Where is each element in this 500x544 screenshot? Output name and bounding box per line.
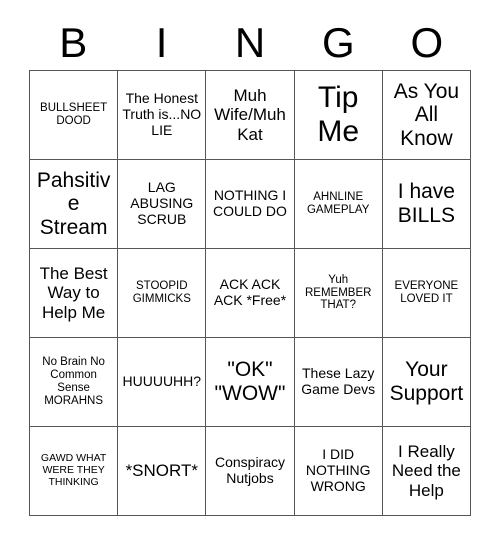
- bingo-cell-label: The Best Way to Help Me: [39, 264, 108, 322]
- bingo-cell-label: I DID NOTHING WRONG: [305, 446, 371, 494]
- bingo-cell-label: "OK" "WOW": [214, 358, 286, 405]
- bingo-cell-label: EVERYONE LOVED IT: [394, 280, 459, 305]
- bingo-cell-label: As You All Know: [393, 79, 460, 150]
- bingo-cell-label: No Brain No Common Sense MORAHNS: [42, 356, 105, 407]
- bingo-cell[interactable]: Muh Wife/Muh Kat: [206, 71, 295, 160]
- bingo-cell[interactable]: Tip Me: [294, 71, 383, 160]
- bingo-cell[interactable]: The Honest Truth is...NO LIE: [118, 71, 207, 160]
- bingo-cell-label: HUUUUHH?: [122, 373, 202, 390]
- bingo-cell[interactable]: Conspiracy Nutjobs: [206, 427, 295, 516]
- bingo-cell[interactable]: AHNLINE GAMEPLAY: [294, 160, 383, 249]
- bingo-grid: BULLSHEET DOOD The Honest Truth is...NO …: [29, 70, 471, 516]
- bingo-card: B I N G O BULLSHEET DOOD The Honest Trut…: [29, 15, 471, 516]
- bingo-cell-label: GAWD WHAT WERE THEY THINKING: [40, 452, 107, 488]
- header-letter-o: O: [410, 18, 444, 66]
- bingo-cell-label: Muh Wife/Muh Kat: [214, 86, 286, 144]
- bingo-cell-label: The Honest Truth is...NO LIE: [122, 90, 202, 138]
- bingo-cell-label: BULLSHEET DOOD: [40, 102, 108, 127]
- bingo-cell-label: AHNLINE GAMEPLAY: [306, 191, 370, 216]
- bingo-cell[interactable]: I Really Need the Help: [382, 427, 471, 516]
- bingo-cell-label: Pahsitive Stream: [36, 168, 111, 239]
- bingo-cell[interactable]: HUUUUHH?: [118, 338, 207, 427]
- bingo-cell[interactable]: Yuh REMEMBER THAT?: [294, 249, 383, 338]
- header-letter-i: I: [155, 18, 168, 66]
- bingo-cell-label: Tip Me: [317, 81, 360, 148]
- bingo-cell[interactable]: "OK" "WOW": [206, 338, 295, 427]
- bingo-cell[interactable]: GAWD WHAT WERE THEY THINKING: [30, 427, 119, 516]
- bingo-cell[interactable]: No Brain No Common Sense MORAHNS: [30, 338, 119, 427]
- bingo-cell-free[interactable]: ACK ACK ACK *Free*: [206, 249, 295, 338]
- bingo-cell[interactable]: Your Support: [382, 338, 471, 427]
- bingo-cell[interactable]: *SNORT*: [118, 427, 207, 516]
- bingo-cell-label: These Lazy Game Devs: [301, 365, 376, 397]
- bingo-cell-label: ACK ACK ACK *Free*: [213, 276, 287, 308]
- bingo-cell[interactable]: EVERYONE LOVED IT: [382, 249, 471, 338]
- bingo-cell[interactable]: The Best Way to Help Me: [30, 249, 119, 338]
- bingo-cell[interactable]: BULLSHEET DOOD: [30, 71, 119, 160]
- bingo-cell-label: Your Support: [389, 358, 464, 405]
- bingo-cell-label: LAG ABUSING SCRUB: [130, 179, 194, 227]
- bingo-cell[interactable]: Pahsitive Stream: [30, 160, 119, 249]
- header-letter-b: B: [59, 18, 88, 66]
- bingo-cell-label: *SNORT*: [125, 461, 198, 481]
- bingo-cell[interactable]: These Lazy Game Devs: [294, 338, 383, 427]
- bingo-cell[interactable]: STOOPID GIMMICKS: [118, 249, 207, 338]
- bingo-cell-label: I Really Need the Help: [391, 442, 461, 500]
- bingo-cell-label: STOOPID GIMMICKS: [132, 280, 191, 305]
- header-letter-n: N: [234, 18, 266, 66]
- bingo-cell[interactable]: LAG ABUSING SCRUB: [118, 160, 207, 249]
- bingo-cell-label: Conspiracy Nutjobs: [214, 454, 285, 486]
- bingo-cell[interactable]: I have BILLS: [382, 160, 471, 249]
- bingo-cell[interactable]: I DID NOTHING WRONG: [294, 427, 383, 516]
- bingo-cell[interactable]: As You All Know: [382, 71, 471, 160]
- bingo-cell-label: NOTHING I COULD DO: [213, 187, 287, 219]
- header-letter-g: G: [322, 18, 355, 66]
- bingo-cell-label: I have BILLS: [397, 180, 455, 227]
- bingo-cell-label: Yuh REMEMBER THAT?: [304, 273, 372, 312]
- bingo-cell[interactable]: NOTHING I COULD DO: [206, 160, 295, 249]
- bingo-header: B I N G O: [29, 15, 471, 70]
